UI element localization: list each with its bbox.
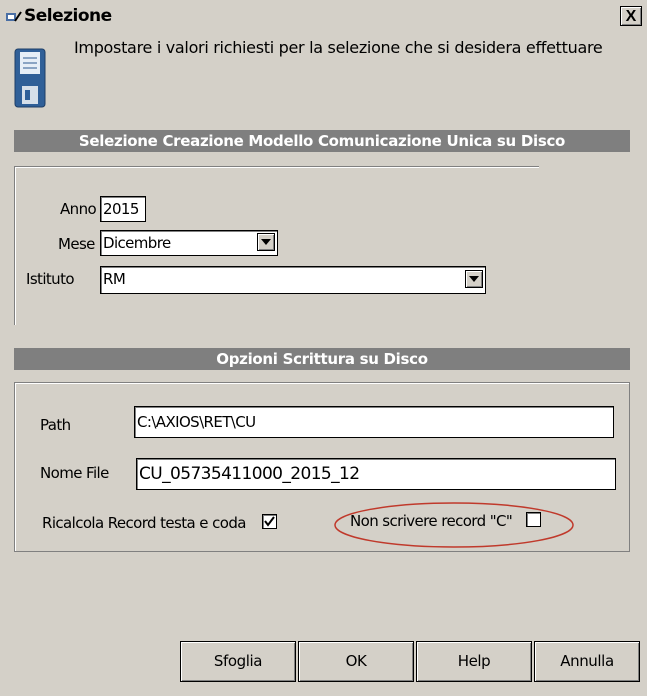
checkmark-icon [264,516,275,527]
section-header-opzioni: Opzioni Scrittura su Disco [14,348,630,370]
istituto-selected-value: RM [103,270,126,288]
annulla-button[interactable]: Annulla [534,641,640,682]
highlight-ellipse [334,502,574,548]
path-label: Path [40,416,71,434]
anno-input[interactable]: 2015 [100,196,146,222]
istituto-select[interactable]: RM [100,266,486,294]
floppy-disk-icon [14,48,46,108]
title-bar: Selezione X [0,0,647,30]
ricalcola-label: Ricalcola Record testa e coda [42,514,246,532]
istituto-label: Istituto [26,270,75,288]
app-icon [6,10,22,22]
ok-button[interactable]: OK [298,641,414,682]
mese-selected-value: Dicembre [103,234,171,252]
anno-label: Anno [60,200,97,218]
section-header-creazione: Selezione Creazione Modello Comunicazion… [14,130,630,152]
istituto-dropdown-arrow-icon[interactable] [465,270,483,288]
instructions-text: Impostare i valori richiesti per la sele… [74,38,603,57]
mese-dropdown-arrow-icon[interactable] [257,233,275,251]
mese-label: Mese [58,235,95,253]
help-button[interactable]: Help [416,641,532,682]
close-button[interactable]: X [620,6,642,26]
mese-select[interactable]: Dicembre [100,230,278,256]
ricalcola-checkbox[interactable] [262,514,277,529]
sfoglia-button[interactable]: Sfoglia [180,641,296,682]
path-input[interactable]: C:\AXIOS\RET\CU [134,406,614,438]
window-title: Selezione [24,6,112,26]
nome-file-input[interactable]: CU_05735411000_2015_12 [136,458,616,490]
nome-file-label: Nome File [40,464,109,482]
